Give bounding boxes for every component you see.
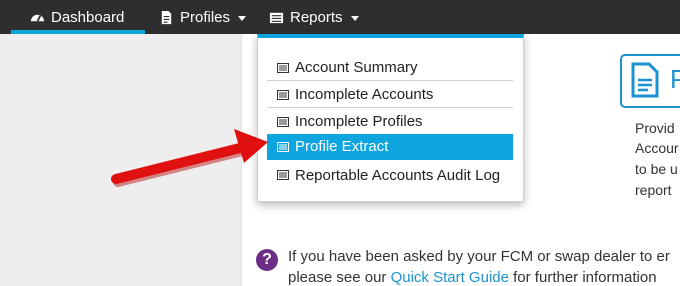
menu-item-incomplete-accounts[interactable]: Incomplete Accounts [267, 82, 513, 108]
menu-item-label: Profile Extract [295, 138, 389, 155]
chevron-down-icon [238, 15, 247, 21]
chevron-down-icon [350, 15, 359, 21]
list-icon [277, 89, 289, 100]
list-icon [277, 141, 289, 152]
menu-item-incomplete-profiles[interactable]: Incomplete Profiles [267, 109, 513, 135]
info-line-1: If you have been asked by your FCM or sw… [288, 248, 670, 265]
nav-reports-label: Reports [290, 8, 343, 26]
menu-item-reportable-accounts-audit-log[interactable]: Reportable Accounts Audit Log [267, 162, 513, 188]
nav-dashboard-label: Dashboard [51, 8, 125, 26]
info-line-2-prefix: please see our [288, 269, 391, 286]
nav-profiles[interactable]: Profiles [159, 0, 247, 34]
file-icon [161, 10, 172, 24]
feature-card[interactable]: P [620, 54, 680, 108]
info-line-2-suffix: for further information [508, 269, 657, 286]
menu-item-account-summary[interactable]: Account Summary [267, 55, 513, 81]
feature-description-line: Provid [635, 120, 675, 136]
nav-profiles-label: Profiles [180, 8, 231, 26]
feature-description-line: report [635, 182, 672, 198]
reports-dropdown: Account Summary Incomplete Accounts Inco… [257, 34, 524, 202]
left-panel [0, 34, 242, 286]
menu-item-label: Incomplete Accounts [295, 86, 434, 103]
dashboard-icon [30, 14, 45, 22]
list-icon [277, 170, 289, 180]
list-icon [269, 12, 284, 23]
top-navbar: Dashboard Profiles Reports [0, 0, 680, 34]
info-line-2: please see our Quick Start Guide for fur… [288, 269, 657, 286]
menu-item-profile-extract[interactable]: Profile Extract [267, 134, 513, 160]
feature-description-line: Accour [635, 140, 679, 156]
menu-item-label: Account Summary [295, 59, 418, 76]
feature-title: P [670, 64, 680, 94]
nav-dashboard[interactable]: Dashboard [11, 0, 145, 34]
nav-reports[interactable]: Reports [269, 0, 359, 34]
question-icon: ? [256, 249, 278, 271]
menu-item-label: Incomplete Profiles [295, 113, 423, 130]
list-icon [277, 62, 289, 73]
list-icon [277, 116, 289, 127]
quick-start-guide-link[interactable]: Quick Start Guide [391, 269, 509, 286]
document-icon [631, 62, 659, 98]
menu-item-label: Reportable Accounts Audit Log [295, 166, 501, 184]
feature-description-line: to be u [635, 161, 678, 177]
